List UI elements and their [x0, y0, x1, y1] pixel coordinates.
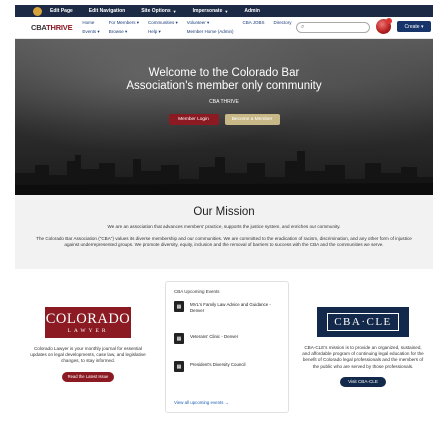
- admin-admin-label: Admin: [244, 8, 260, 14]
- admin-edit-navigation-label: Edit Navigation: [88, 8, 126, 14]
- nav-browse[interactable]: Browse ▾: [109, 29, 139, 35]
- skyline-image: [15, 151, 433, 195]
- visit-cba-cle-button[interactable]: Visit CBA-CLE: [340, 376, 386, 387]
- colorado-lawyer-logo[interactable]: COLORADO LAWYER: [45, 307, 131, 338]
- event-title: President's Diversity Council: [190, 362, 246, 367]
- calendar-icon: ▦: [174, 333, 184, 344]
- admin-impersonate-label: Impersonate: [192, 8, 223, 14]
- mission-section: Our Mission We are an association that a…: [15, 195, 433, 269]
- nav-help[interactable]: Help ▾: [148, 29, 178, 35]
- upcoming-events-card: CBA Upcoming Events ▦ MVL's Family Law A…: [165, 281, 289, 413]
- cba-cle-logo[interactable]: CBA·CLE: [317, 307, 409, 337]
- event-item[interactable]: ▦ President's Diversity Council: [174, 361, 284, 372]
- admin-bar: Edit Page Edit Navigation Site Options ▼ …: [15, 5, 433, 17]
- hero-subtitle: CBA THRIVE: [209, 99, 239, 105]
- hero-title-line1: Welcome to the Colorado Bar: [148, 67, 300, 79]
- event-item[interactable]: ▦ MVL's Family Law Advice and Guidance -…: [174, 301, 284, 313]
- nav-for-members[interactable]: For Members ▾: [109, 20, 139, 26]
- colorado-lawyer-column: COLORADO LAWYER Colorado Lawyer is your …: [29, 307, 147, 383]
- hero-title-line2: Association's member only community: [126, 80, 322, 92]
- colorado-lawyer-logo-big: COLORADO: [45, 310, 131, 327]
- events-heading: CBA Upcoming Events: [174, 289, 220, 294]
- site-logo[interactable]: CBATHRIVE: [31, 23, 73, 32]
- nav-communities[interactable]: Communities ▾: [148, 20, 178, 26]
- nav-volunteer[interactable]: Volunteer ▾: [187, 20, 234, 26]
- admin-admin[interactable]: Admin: [244, 8, 260, 14]
- search-input[interactable]: ⌕: [296, 22, 370, 33]
- event-title: Veterans' Clinic - Denver: [190, 334, 239, 339]
- site-icon[interactable]: [33, 6, 42, 16]
- member-login-button[interactable]: Member Login: [168, 114, 219, 125]
- read-latest-issue-button[interactable]: Read the Latest Issue: [61, 371, 115, 382]
- chevron-down-icon: ▼: [224, 8, 229, 14]
- logo-cba: CBA: [31, 23, 47, 32]
- mission-body: The Colorado Bar Association ("CBA") val…: [36, 236, 412, 248]
- search-icon: ⌕: [301, 24, 305, 30]
- notification-badge: [386, 18, 392, 24]
- nav-directory[interactable]: Directory: [274, 20, 292, 26]
- cba-cle-column: CBA·CLE CBA-CLE's mission is to provide …: [302, 307, 424, 388]
- nav-member-home[interactable]: Member Home (Admin): [187, 29, 234, 35]
- colorado-lawyer-description: Colorado Lawyer is your monthly journal …: [30, 346, 146, 364]
- nav-events[interactable]: Events ▾: [82, 29, 99, 35]
- cba-cle-description: CBA-CLE's mission is to provide an organ…: [302, 345, 424, 369]
- admin-edit-page-label: Edit Page: [50, 8, 73, 14]
- nav-cba-jobs[interactable]: CBA JOBS: [243, 20, 265, 26]
- hero-buttons: Member Login Become a Member: [15, 114, 433, 125]
- calendar-icon: ▦: [174, 361, 184, 372]
- chevron-down-icon: ▼: [172, 8, 177, 14]
- mission-lead: We are an association that advances memb…: [107, 224, 341, 229]
- features-section: COLORADO LAWYER Colorado Lawyer is your …: [15, 269, 433, 423]
- main-nav: Home For Members ▾ Communities ▾ Volunte…: [82, 20, 291, 35]
- mission-title: Our Mission: [193, 206, 255, 218]
- view-all-events-link[interactable]: View all upcoming events →: [174, 400, 229, 405]
- admin-impersonate[interactable]: Impersonate ▼: [193, 8, 229, 14]
- hero-title: Welcome to the Colorado Bar Association'…: [15, 67, 433, 93]
- become-member-button[interactable]: Become a Member: [224, 114, 280, 125]
- colorado-lawyer-logo-small: LAWYER: [67, 327, 109, 334]
- nav-home[interactable]: Home: [82, 20, 99, 26]
- logo-thrive: THRIVE: [46, 23, 73, 32]
- hero-banner: Welcome to the Colorado Bar Association'…: [15, 39, 433, 195]
- event-item[interactable]: ▦ Veterans' Clinic - Denver: [174, 333, 284, 344]
- admin-site-options[interactable]: Site Options ▼: [141, 8, 176, 14]
- calendar-icon: ▦: [174, 301, 184, 312]
- cba-cle-logo-text: CBA·CLE: [327, 313, 399, 331]
- event-title: MVL's Family Law Advice and Guidance - D…: [190, 302, 271, 313]
- site-header: CBATHRIVE Home For Members ▾ Communities…: [15, 17, 433, 39]
- create-button[interactable]: Create ▾: [397, 21, 431, 32]
- admin-edit-navigation[interactable]: Edit Navigation: [89, 8, 125, 14]
- admin-site-options-label: Site Options: [141, 8, 171, 14]
- admin-edit-page[interactable]: Edit Page: [50, 8, 73, 14]
